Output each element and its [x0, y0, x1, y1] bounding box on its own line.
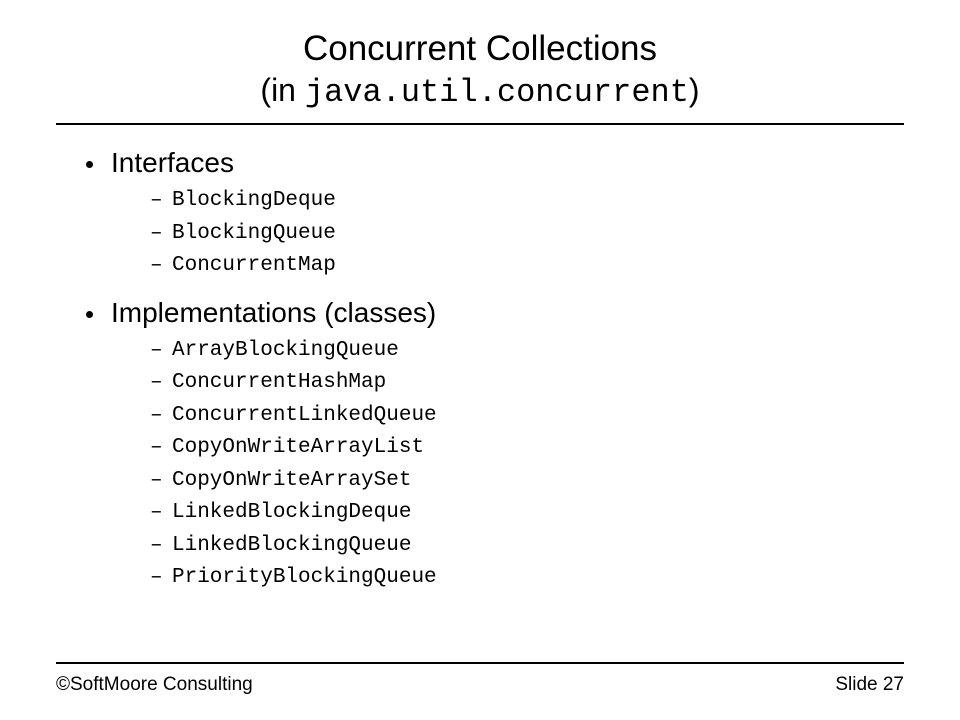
list-item: –PriorityBlockingQueue — [58, 562, 904, 595]
title-prefix: (in — [260, 72, 304, 108]
item-text: CopyOnWriteArraySet — [172, 465, 411, 498]
item-text: PriorityBlockingQueue — [172, 562, 437, 595]
item-text: BlockingQueue — [172, 218, 336, 251]
dash-icon: – — [150, 335, 172, 368]
item-text: ArrayBlockingQueue — [172, 335, 399, 368]
item-text: ConcurrentLinkedQueue — [172, 400, 437, 433]
dash-icon: – — [150, 497, 172, 530]
dash-icon: – — [150, 185, 172, 218]
item-text: ConcurrentMap — [172, 250, 336, 283]
sub-list: –ArrayBlockingQueue –ConcurrentHashMap –… — [58, 335, 904, 595]
bullet-icon — [86, 311, 93, 318]
title-line-1: Concurrent Collections — [56, 28, 904, 70]
dash-icon: – — [150, 400, 172, 433]
slide-content: Interfaces –BlockingDeque –BlockingQueue… — [56, 147, 904, 662]
list-item: –ConcurrentLinkedQueue — [58, 400, 904, 433]
dash-icon: – — [150, 367, 172, 400]
list-item: –CopyOnWriteArraySet — [58, 465, 904, 498]
slide-title: Concurrent Collections (in java.util.con… — [56, 28, 904, 125]
list-item: –ConcurrentMap — [58, 250, 904, 283]
list-item: –BlockingQueue — [58, 218, 904, 251]
dash-icon: – — [150, 432, 172, 465]
slide-footer: ©SoftMoore Consulting Slide 27 — [56, 662, 904, 696]
bullet-icon — [86, 161, 93, 168]
dash-icon: – — [150, 562, 172, 595]
title-code: java.util.concurrent — [305, 74, 689, 111]
item-text: CopyOnWriteArrayList — [172, 432, 424, 465]
slide: Concurrent Collections (in java.util.con… — [0, 0, 960, 720]
bullet-list: Interfaces –BlockingDeque –BlockingQueue… — [58, 147, 904, 595]
list-item: –ConcurrentHashMap — [58, 367, 904, 400]
item-text: LinkedBlockingDeque — [172, 497, 411, 530]
section-interfaces: Interfaces –BlockingDeque –BlockingQueue… — [58, 147, 904, 283]
item-text: LinkedBlockingQueue — [172, 530, 411, 563]
list-item: –CopyOnWriteArrayList — [58, 432, 904, 465]
footer-slide-number: Slide 27 — [835, 674, 904, 696]
footer-copyright: ©SoftMoore Consulting — [56, 674, 253, 696]
item-text: BlockingDeque — [172, 185, 336, 218]
item-text: ConcurrentHashMap — [172, 367, 386, 400]
dash-icon: – — [150, 250, 172, 283]
section-heading: Interfaces — [111, 147, 234, 179]
dash-icon: – — [150, 218, 172, 251]
list-item: –ArrayBlockingQueue — [58, 335, 904, 368]
section-heading: Implementations (classes) — [111, 297, 436, 329]
dash-icon: – — [150, 465, 172, 498]
list-item: –LinkedBlockingDeque — [58, 497, 904, 530]
section-implementations: Implementations (classes) –ArrayBlocking… — [58, 297, 904, 595]
list-item: –BlockingDeque — [58, 185, 904, 218]
title-suffix: ) — [689, 72, 700, 108]
title-line-2: (in java.util.concurrent) — [56, 70, 904, 113]
list-item: –LinkedBlockingQueue — [58, 530, 904, 563]
dash-icon: – — [150, 530, 172, 563]
sub-list: –BlockingDeque –BlockingQueue –Concurren… — [58, 185, 904, 283]
